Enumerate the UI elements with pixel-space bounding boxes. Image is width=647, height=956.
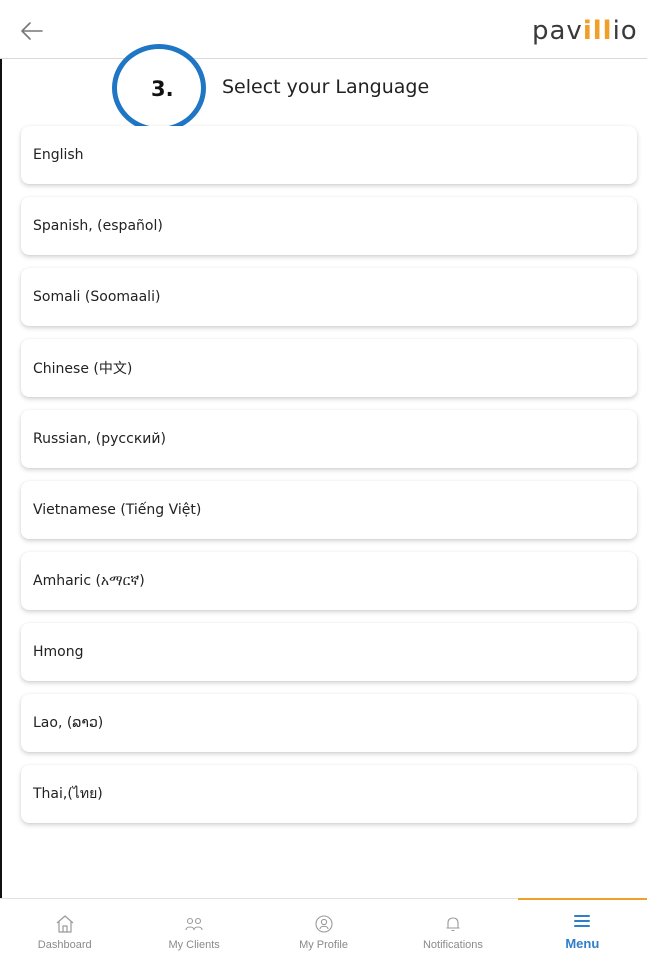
nav-item-my-clients[interactable]: My Clients xyxy=(129,899,258,956)
back-arrow-icon[interactable] xyxy=(20,20,44,42)
language-option-spanish[interactable]: Spanish, (español) xyxy=(21,197,637,255)
language-option-lao[interactable]: Lao, (ລາວ) xyxy=(21,694,637,752)
bell-icon xyxy=(446,917,460,932)
clients-icon xyxy=(185,917,203,931)
nav-label-dashboard: Dashboard xyxy=(37,939,92,951)
nav-item-my-profile[interactable]: My Profile xyxy=(259,899,388,956)
logo-text-accent: ill xyxy=(582,16,613,46)
language-list: English Spanish, (español) Somali (Sooma… xyxy=(21,126,637,836)
language-option-amharic[interactable]: Amharic (አማርኛ) xyxy=(21,552,637,610)
menu-icon xyxy=(574,915,591,927)
bottom-navigation: Dashboard My Clients My Profile Notifica… xyxy=(0,898,647,956)
nav-item-menu[interactable]: Menu xyxy=(517,898,647,956)
language-option-english[interactable]: English xyxy=(21,126,637,184)
language-option-somali[interactable]: Somali (Soomaali) xyxy=(21,268,637,326)
step-marker-label: 3. xyxy=(151,77,174,101)
app-logo: pavillio xyxy=(532,16,647,46)
step-marker-circle: 3. xyxy=(112,44,206,132)
language-option-russian[interactable]: Russian, (русский) xyxy=(21,410,637,468)
nav-label-menu: Menu xyxy=(565,936,600,951)
logo-text-start: pav xyxy=(532,16,583,46)
nav-label-my-profile: My Profile xyxy=(299,939,348,951)
language-option-chinese[interactable]: Chinese (中文) xyxy=(21,339,637,397)
nav-item-notifications[interactable]: Notifications xyxy=(388,899,517,956)
language-option-thai[interactable]: Thai,(ไทย) xyxy=(21,765,637,823)
profile-icon xyxy=(314,915,333,933)
nav-label-notifications: Notifications xyxy=(422,939,483,951)
nav-label-my-clients: My Clients xyxy=(168,939,220,951)
home-icon xyxy=(56,915,74,933)
top-bar: pavillio xyxy=(0,0,647,59)
language-option-vietnamese[interactable]: Vietnamese (Tiếng Việt) xyxy=(21,481,637,539)
nav-item-dashboard[interactable]: Dashboard xyxy=(0,899,129,956)
language-option-hmong[interactable]: Hmong xyxy=(21,623,637,681)
logo-text-end: io xyxy=(612,16,638,46)
page-title: Select your Language xyxy=(222,76,430,98)
